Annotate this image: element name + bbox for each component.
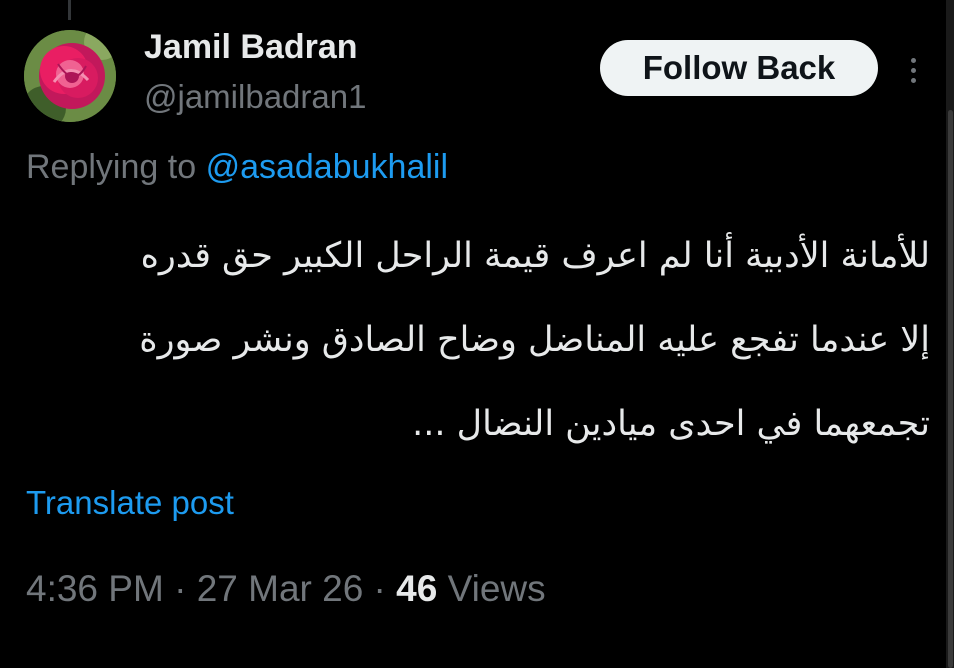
author-name[interactable]: Jamil Badran <box>144 28 358 67</box>
meta-separator: · <box>163 568 197 609</box>
more-options-icon[interactable] <box>898 50 928 90</box>
reply-mention-link[interactable]: @asadabukhalil <box>206 148 448 186</box>
more-dot <box>910 67 916 73</box>
translate-post-link[interactable]: Translate post <box>26 484 234 522</box>
replying-prefix: Replying to <box>26 148 197 186</box>
more-dot <box>910 77 916 83</box>
avatar[interactable] <box>24 30 116 122</box>
pink-rose-avatar-icon <box>24 30 116 122</box>
thread-line <box>68 0 71 20</box>
replying-to: Replying to @asadabukhalil <box>26 148 448 187</box>
author-handle[interactable]: @jamilbadran1 <box>144 78 366 116</box>
scrollbar[interactable] <box>946 0 954 668</box>
post-line: إلا عندما تفجع عليه المناضل وضاح الصادق … <box>139 320 930 360</box>
post-date[interactable]: 27 Mar 26 <box>197 568 364 609</box>
follow-back-button[interactable]: Follow Back <box>600 40 878 96</box>
scrollbar-thumb[interactable] <box>948 110 953 668</box>
meta-separator: · <box>363 568 397 609</box>
post-text: للأمانة الأدبية أنا لم اعرف قيمة الراحل … <box>26 214 930 466</box>
post-meta: 4:36 PM · 27 Mar 26 · 46 Views <box>26 568 546 610</box>
views-count: 46 <box>396 568 438 609</box>
post-line: تجمعهما في احدى ميادين النضال ... <box>412 404 930 444</box>
more-dot <box>910 57 916 63</box>
post-line: للأمانة الأدبية أنا لم اعرف قيمة الراحل … <box>140 236 930 276</box>
views-label: Views <box>447 568 546 609</box>
post-time[interactable]: 4:36 PM <box>26 568 164 609</box>
